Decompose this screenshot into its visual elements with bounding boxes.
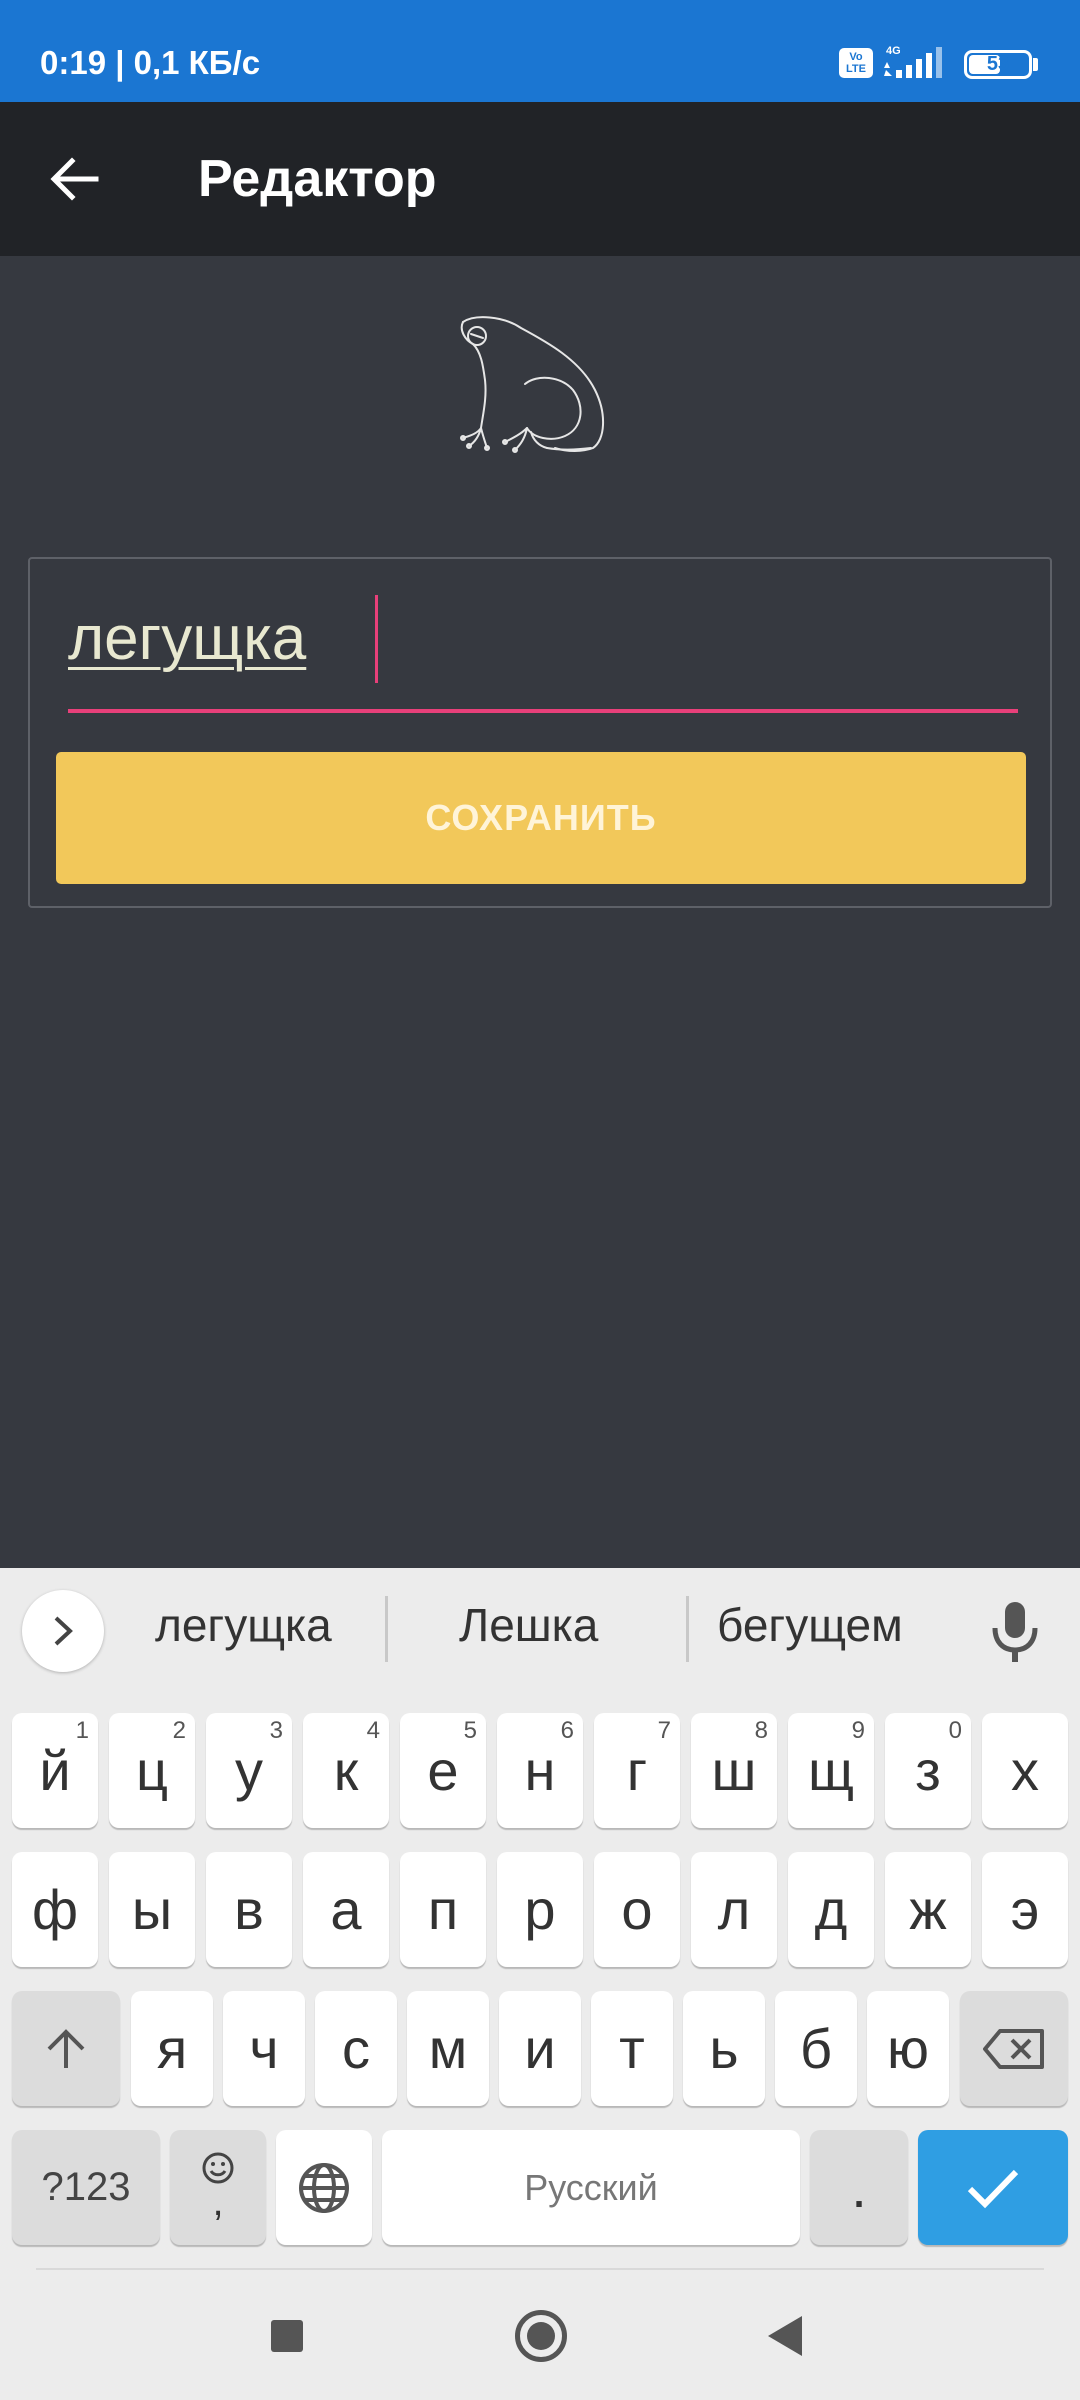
key-р[interactable]: р bbox=[497, 1852, 583, 1967]
key-ч[interactable]: ч bbox=[223, 1991, 305, 2106]
status-time-speed: 0:19 | 0,1 КБ/с bbox=[40, 44, 261, 81]
key-hint: 9 bbox=[851, 1717, 865, 1744]
text-caret bbox=[375, 595, 378, 683]
suggestion-item[interactable]: бегущем bbox=[717, 1598, 903, 1652]
key-hint: 0 bbox=[948, 1717, 962, 1744]
suggestion-divider bbox=[686, 1596, 689, 1662]
key-н[interactable]: н6 bbox=[497, 1713, 583, 1828]
frog-icon bbox=[460, 316, 605, 453]
save-button[interactable]: СОХРАНИТЬ bbox=[56, 752, 1026, 884]
signal-icon: 4G bbox=[884, 45, 942, 78]
key-е[interactable]: е5 bbox=[400, 1713, 486, 1828]
key-hint: 5 bbox=[463, 1717, 477, 1744]
key-э[interactable]: э bbox=[982, 1852, 1068, 1967]
key-о[interactable]: о bbox=[594, 1852, 680, 1967]
keyboard-expand-button[interactable] bbox=[22, 1590, 104, 1672]
key-п[interactable]: п bbox=[400, 1852, 486, 1967]
key-д[interactable]: д bbox=[788, 1852, 874, 1967]
recent-apps-button[interactable] bbox=[271, 2320, 303, 2352]
key-т[interactable]: т bbox=[591, 1991, 673, 2106]
key-ю[interactable]: ю bbox=[867, 1991, 949, 2106]
backspace-icon bbox=[983, 2028, 1044, 2069]
suggestion-item[interactable]: легущка bbox=[155, 1598, 332, 1652]
app-bar: Редактор bbox=[0, 102, 1080, 256]
key-label: й bbox=[39, 1739, 71, 1802]
key-ы[interactable]: ы bbox=[109, 1852, 195, 1967]
key-label: к bbox=[333, 1739, 359, 1802]
volte-icon: Vo LTE bbox=[839, 48, 873, 78]
symbols-key[interactable]: ?123 bbox=[12, 2130, 160, 2245]
arrow-left-icon bbox=[50, 157, 99, 201]
key-hint: 4 bbox=[366, 1717, 380, 1744]
key-label: г bbox=[626, 1739, 648, 1802]
name-input-value[interactable]: легущка bbox=[68, 603, 306, 674]
key-hint: 6 bbox=[560, 1717, 574, 1744]
key-ь[interactable]: ь bbox=[683, 1991, 765, 2106]
key-hint: 1 bbox=[75, 1717, 89, 1744]
suggestion-divider bbox=[385, 1596, 388, 1662]
language-key[interactable] bbox=[276, 2130, 372, 2245]
key-label: щ bbox=[807, 1739, 855, 1802]
key-hint: 7 bbox=[657, 1717, 671, 1744]
key-с[interactable]: с bbox=[315, 1991, 397, 2106]
page-title: Редактор bbox=[198, 150, 437, 208]
editor-card: легущка СОХРАНИТЬ bbox=[28, 557, 1052, 908]
shift-arrow-icon bbox=[47, 2028, 85, 2068]
key-label: е bbox=[427, 1739, 459, 1802]
suggestion-bar: легущка Лешка бегущем bbox=[0, 1568, 1080, 1688]
key-к[interactable]: к4 bbox=[303, 1713, 389, 1828]
globe-icon bbox=[299, 2162, 349, 2213]
period-key[interactable]: . bbox=[810, 2130, 908, 2245]
key-г[interactable]: г7 bbox=[594, 1713, 680, 1828]
key-у[interactable]: у3 bbox=[206, 1713, 292, 1828]
key-и[interactable]: и bbox=[499, 1991, 581, 2106]
battery-level: 53 bbox=[986, 53, 1010, 75]
key-hint: 3 bbox=[269, 1717, 283, 1744]
shift-key[interactable] bbox=[12, 1991, 120, 2106]
key-label: ш bbox=[711, 1739, 757, 1802]
key-щ[interactable]: щ9 bbox=[788, 1713, 874, 1828]
key-label: х bbox=[1011, 1739, 1039, 1802]
svg-text:4G: 4G bbox=[886, 45, 901, 57]
microphone-icon[interactable] bbox=[985, 1598, 1045, 1664]
comma-label: , bbox=[212, 2179, 224, 2224]
key-ж[interactable]: ж bbox=[885, 1852, 971, 1967]
key-м[interactable]: м bbox=[407, 1991, 489, 2106]
key-ц[interactable]: ц2 bbox=[109, 1713, 195, 1828]
check-icon bbox=[967, 2169, 1019, 2208]
enter-key[interactable] bbox=[918, 2130, 1068, 2245]
key-в[interactable]: в bbox=[206, 1852, 292, 1967]
battery-tip bbox=[1033, 58, 1038, 71]
status-bar: 0:19 | 0,1 КБ/с Vo LTE 4G 53 bbox=[0, 0, 1080, 102]
home-button[interactable] bbox=[515, 2310, 567, 2362]
input-underline bbox=[68, 709, 1018, 713]
backspace-key[interactable] bbox=[960, 1991, 1068, 2106]
key-label: з bbox=[915, 1739, 941, 1802]
name-input[interactable]: легущка bbox=[68, 595, 1018, 683]
key-б[interactable]: б bbox=[775, 1991, 857, 2106]
key-hint: 2 bbox=[172, 1717, 186, 1744]
battery-icon: 53 bbox=[964, 50, 1032, 79]
key-а[interactable]: а bbox=[303, 1852, 389, 1967]
key-ф[interactable]: ф bbox=[12, 1852, 98, 1967]
suggestion-item[interactable]: Лешка bbox=[459, 1598, 598, 1652]
key-я[interactable]: я bbox=[131, 1991, 213, 2106]
key-label: ц bbox=[135, 1739, 169, 1802]
soft-keyboard: легущка Лешка бегущем й1ц2у3к4е5н6г7ш8щ9… bbox=[0, 1568, 1080, 2400]
chevron-right-icon bbox=[54, 1616, 73, 1646]
keyboard-divider bbox=[36, 2268, 1044, 2270]
key-й[interactable]: й1 bbox=[12, 1713, 98, 1828]
back-button[interactable] bbox=[30, 134, 120, 224]
key-х[interactable]: х bbox=[982, 1713, 1068, 1828]
key-label: н bbox=[524, 1739, 556, 1802]
space-key[interactable]: Русский bbox=[382, 2130, 800, 2245]
key-label: у bbox=[235, 1739, 263, 1802]
key-ш[interactable]: ш8 bbox=[691, 1713, 777, 1828]
key-з[interactable]: з0 bbox=[885, 1713, 971, 1828]
key-hint: 8 bbox=[754, 1717, 768, 1744]
key-л[interactable]: л bbox=[691, 1852, 777, 1967]
emoji-comma-key[interactable]: , bbox=[170, 2130, 266, 2245]
back-nav-button[interactable] bbox=[768, 2316, 802, 2356]
